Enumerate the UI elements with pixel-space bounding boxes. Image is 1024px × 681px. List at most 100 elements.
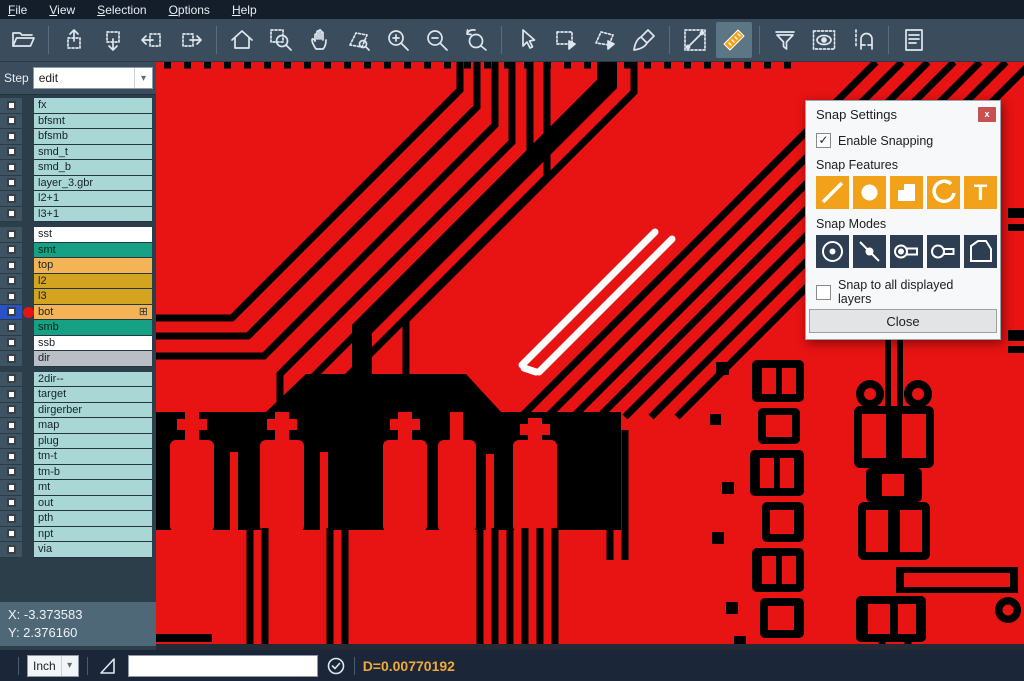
snap-all-layers-checkbox[interactable] [816, 285, 831, 300]
layer-visibility-checkbox[interactable] [0, 98, 22, 114]
snap-button[interactable] [845, 22, 881, 58]
layer-visibility-checkbox[interactable] [0, 114, 22, 130]
menu-item-view[interactable]: View [49, 3, 75, 17]
layer-row-tm-b[interactable]: tm-b [0, 465, 156, 481]
layer-visibility-checkbox[interactable] [0, 176, 22, 192]
layer-row-npt[interactable]: npt [0, 527, 156, 543]
pan-right-button[interactable] [173, 22, 209, 58]
layer-row-mt[interactable]: mt [0, 480, 156, 496]
chevron-down-icon[interactable]: ▾ [61, 656, 78, 676]
paint-button[interactable] [626, 22, 662, 58]
grid-icon[interactable]: ⊞ [139, 306, 148, 319]
layer-visibility-checkbox[interactable] [0, 511, 22, 527]
layer-visibility-checkbox[interactable] [0, 305, 22, 321]
zoom-polygon-button[interactable] [341, 22, 377, 58]
snap-contour-button[interactable] [964, 235, 997, 268]
layer-row-via[interactable]: via [0, 542, 156, 558]
layer-visibility-checkbox[interactable] [0, 542, 22, 558]
enable-snapping-checkbox[interactable]: ✓ [816, 133, 831, 148]
layer-row-map[interactable]: map [0, 418, 156, 434]
snap-line-button[interactable] [816, 176, 849, 209]
view-options-button[interactable] [806, 22, 842, 58]
pan-down-button[interactable] [95, 22, 131, 58]
pan-hand-button[interactable] [302, 22, 338, 58]
layer-row-sst[interactable]: sst [0, 227, 156, 243]
layer-row-target[interactable]: target [0, 387, 156, 403]
snap-circle-button[interactable] [853, 176, 886, 209]
layer-visibility-checkbox[interactable] [0, 418, 22, 434]
layer-row-smb[interactable]: smb [0, 320, 156, 336]
layer-row-bot[interactable]: bot⊞ [0, 305, 156, 321]
layer-visibility-checkbox[interactable] [0, 320, 22, 336]
open-button[interactable] [5, 22, 41, 58]
layer-visibility-checkbox[interactable] [0, 449, 22, 465]
layer-row-smt[interactable]: smt [0, 243, 156, 259]
zoom-window-button[interactable] [263, 22, 299, 58]
measure-line-button[interactable] [677, 22, 713, 58]
snap-center-button[interactable] [816, 235, 849, 268]
zoom-previous-button[interactable] [458, 22, 494, 58]
layer-row-smd_t[interactable]: smd_t [0, 145, 156, 161]
layer-visibility-checkbox[interactable] [0, 372, 22, 388]
layer-visibility-checkbox[interactable] [0, 243, 22, 259]
layer-row-ssb[interactable]: ssb [0, 336, 156, 352]
layer-row-bfsmb[interactable]: bfsmb [0, 129, 156, 145]
dialog-close-button[interactable]: Close [809, 309, 997, 333]
snap-arc-button[interactable] [927, 176, 960, 209]
snap-text-button[interactable]: T [964, 176, 997, 209]
zoom-out-button[interactable] [419, 22, 455, 58]
snap-point-button[interactable] [853, 235, 886, 268]
pan-left-button[interactable] [134, 22, 170, 58]
layer-visibility-checkbox[interactable] [0, 160, 22, 176]
layer-row-pth[interactable]: pth [0, 511, 156, 527]
layer-visibility-checkbox[interactable] [0, 351, 22, 367]
layer-visibility-checkbox[interactable] [0, 207, 22, 223]
layer-row-out[interactable]: out [0, 496, 156, 512]
select-rectangle-button[interactable] [548, 22, 584, 58]
layer-row-dirgerber[interactable]: dirgerber [0, 403, 156, 419]
filter-button[interactable] [767, 22, 803, 58]
layer-row-bfsmt[interactable]: bfsmt [0, 114, 156, 130]
snap-pad-outline-button[interactable] [927, 235, 960, 268]
layer-visibility-checkbox[interactable] [0, 145, 22, 161]
layer-row-plug[interactable]: plug [0, 434, 156, 450]
layer-row-fx[interactable]: fx [0, 98, 156, 114]
layer-row-layer_3.gbr[interactable]: layer_3.gbr [0, 176, 156, 192]
layer-visibility-checkbox[interactable] [0, 387, 22, 403]
layer-row-top[interactable]: top [0, 258, 156, 274]
menu-item-help[interactable]: Help [232, 3, 257, 17]
layer-visibility-checkbox[interactable] [0, 434, 22, 450]
report-button[interactable] [896, 22, 932, 58]
layer-row-l3[interactable]: l3 [0, 289, 156, 305]
layer-visibility-checkbox[interactable] [0, 336, 22, 352]
snap-surface-button[interactable] [890, 176, 923, 209]
layer-visibility-checkbox[interactable] [0, 496, 22, 512]
layer-visibility-checkbox[interactable] [0, 289, 22, 305]
chevron-down-icon[interactable]: ▾ [134, 68, 152, 88]
layer-row-dir[interactable]: dir [0, 351, 156, 367]
layer-visibility-checkbox[interactable] [0, 258, 22, 274]
close-icon[interactable]: x [978, 107, 996, 122]
menu-item-selection[interactable]: Selection [97, 3, 146, 17]
layer-row-l2[interactable]: l2 [0, 274, 156, 290]
menu-item-file[interactable]: File [8, 3, 27, 17]
layer-visibility-checkbox[interactable] [0, 191, 22, 207]
layer-row-smd_b[interactable]: smd_b [0, 160, 156, 176]
layer-row-tm-t[interactable]: tm-t [0, 449, 156, 465]
layer-visibility-checkbox[interactable] [0, 403, 22, 419]
zoom-in-button[interactable] [380, 22, 416, 58]
unit-select[interactable]: Inch ▾ [27, 655, 79, 677]
layer-visibility-checkbox[interactable] [0, 227, 22, 243]
layer-visibility-checkbox[interactable] [0, 465, 22, 481]
pan-up-button[interactable] [56, 22, 92, 58]
select-polygon-button[interactable] [587, 22, 623, 58]
layer-visibility-checkbox[interactable] [0, 274, 22, 290]
home-view-button[interactable] [224, 22, 260, 58]
layer-visibility-checkbox[interactable] [0, 480, 22, 496]
menu-item-options[interactable]: Options [169, 3, 210, 17]
step-select[interactable]: edit ▾ [33, 67, 153, 89]
select-button[interactable] [509, 22, 545, 58]
layer-visibility-checkbox[interactable] [0, 129, 22, 145]
measure-value-input[interactable] [128, 655, 318, 677]
snap-pad-filled-button[interactable] [890, 235, 923, 268]
